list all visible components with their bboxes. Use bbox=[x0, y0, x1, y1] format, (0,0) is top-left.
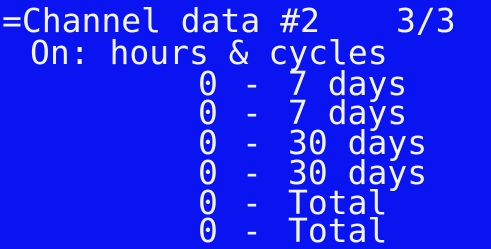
lcd-screen: =Channel data #2 3/3 On: hours & cycles … bbox=[0, 0, 491, 249]
screen-bottom-edge bbox=[0, 243, 491, 249]
page-indicator: 3/3 bbox=[396, 1, 456, 40]
